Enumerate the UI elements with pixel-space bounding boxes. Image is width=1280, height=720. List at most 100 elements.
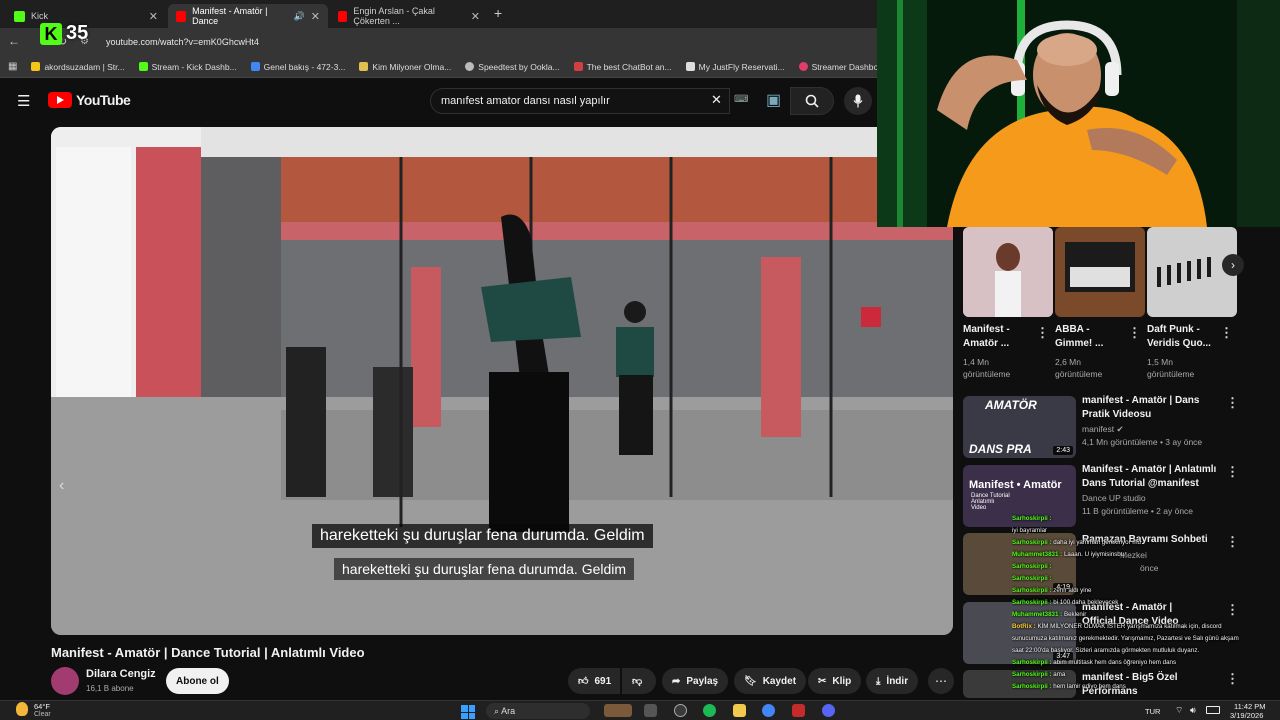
battery-icon[interactable] [1206, 706, 1220, 714]
subscriber-count: 16,1 B abone [86, 684, 134, 693]
taskbar-search[interactable]: ⌕ Ara [486, 703, 590, 719]
chat-username: Muhammet3831 : [1012, 611, 1063, 618]
chat-message: Sarhoskirpii : zehir aldı yine [1012, 585, 1262, 597]
bookmark-label: akordsuzadam | Str... [44, 61, 125, 72]
more-vertical-icon[interactable]: ⋮ [1226, 395, 1239, 411]
new-tab-button[interactable]: + [494, 5, 502, 21]
translate-icon[interactable]: ▣ [766, 90, 788, 110]
volume-icon[interactable]: 🔊︎ [1190, 705, 1196, 716]
bookmark-item[interactable]: My JustFly Reservati... [685, 62, 785, 72]
clock-time[interactable]: 11:42 PM [1234, 702, 1266, 711]
app-icon[interactable] [674, 704, 687, 717]
bookmark-favicon-icon [359, 62, 369, 71]
bookmark-label: Stream - Kick Dashb... [151, 61, 237, 72]
search-highlight-icon[interactable] [604, 704, 632, 717]
task-view-icon[interactable] [644, 704, 657, 717]
bookmark-item[interactable]: Speedtest by Ookla... [465, 62, 560, 72]
chat-message: Sarhoskirpii : daha iyi yamman gerekiriy… [1012, 537, 1262, 549]
app-icon[interactable] [792, 704, 805, 717]
more-vertical-icon[interactable]: ⋮ [1036, 325, 1049, 341]
subscribe-button[interactable]: Abone ol [166, 668, 229, 694]
recommendation-channel[interactable]: Dance UP studio [1082, 492, 1146, 504]
windows-start-icon[interactable] [461, 705, 475, 719]
recommendation-channel[interactable]: manifest ✔ [1082, 423, 1124, 435]
chat-username: Sarhoskirpii : [1012, 539, 1052, 546]
clear-search-icon[interactable]: ✕ [711, 92, 722, 108]
voice-search-button[interactable] [844, 87, 872, 115]
search-icon: ⌕ [494, 706, 500, 716]
keyboard-language[interactable]: TUR [1145, 707, 1160, 716]
chat-message: Sarhoskirpii : [1012, 561, 1262, 573]
apps-grid-icon[interactable]: ▦ [8, 61, 17, 72]
youtube-play-logo-icon [48, 92, 72, 108]
thumbnail-overlay-text: AMATÖR [985, 398, 1037, 412]
file-explorer-icon[interactable] [733, 704, 746, 717]
thumbnail-overlay-text: DANS PRA [969, 442, 1032, 456]
chat-text: hem lamir ediyo hem dans [1053, 683, 1126, 690]
url-input[interactable]: youtube.com/watch?v=emK0GhcwHt4 [100, 33, 840, 52]
previous-chevron-icon[interactable]: ‹ [59, 477, 64, 495]
like-button[interactable]: 👍︎ 691 [568, 668, 620, 694]
bookmark-item[interactable]: Stream - Kick Dashb... [138, 61, 237, 72]
thumbnail-overlay-text: Dance Tutorial Anlatımlı Video [971, 493, 1010, 511]
channel-name[interactable]: Dilara Cengiz [86, 668, 156, 680]
clip-button[interactable]: ✂ Klip [808, 668, 862, 694]
recommendation-title[interactable]: Manifest - Amatör | Anlatımlı Dans Tutor… [1082, 463, 1222, 491]
short-title[interactable]: Manifest - Amatör ... [963, 323, 1033, 351]
bookmark-item[interactable]: Kim Milyoner Olma... [359, 62, 451, 72]
short-thumbnail-art [1147, 227, 1237, 317]
taskbar-search-label: Ara [501, 706, 516, 716]
save-label: Kaydet [762, 675, 797, 687]
close-tab-icon[interactable]: ✕ [149, 10, 158, 23]
back-arrow-icon[interactable]: ← [8, 34, 20, 48]
chat-username: Sarhoskirpii : [1012, 683, 1052, 690]
chat-text: saat 22:00'da başlıyor. Sizleri aramızda… [1012, 647, 1200, 654]
weather-temp[interactable]: 64°F [34, 702, 50, 711]
like-count: 691 [594, 675, 612, 687]
speaker-icon[interactable]: 🔊 [294, 11, 305, 22]
short-thumbnail[interactable] [963, 227, 1053, 317]
chat-message: iyi bayramlar [1012, 525, 1262, 537]
short-thumbnail[interactable] [1055, 227, 1145, 317]
scissors-icon: ✂ [818, 675, 827, 687]
search-button[interactable] [790, 87, 834, 115]
bookmark-item[interactable]: Genel bakış - 472-3... [250, 62, 345, 72]
download-button[interactable]: ⤓ İndir [866, 668, 919, 694]
short-title[interactable]: ABBA - Gimme! ... [1055, 323, 1125, 351]
menu-hamburger-icon[interactable]: ☰ [17, 92, 30, 110]
wifi-icon[interactable]: ⌔ [1175, 705, 1183, 716]
spotify-icon[interactable] [703, 704, 716, 717]
short-views: 1,5 Mn görüntüleme [1147, 357, 1195, 379]
chrome-icon[interactable] [762, 704, 775, 717]
tab-engin-arslan[interactable]: Engin Arslan - Çakal Çökerten ... ✕ [330, 4, 488, 28]
bookmark-item[interactable]: akordsuzadam | Str... [31, 61, 125, 72]
search-input[interactable]: manıfest amator dansı nasıl yapılır [430, 88, 730, 114]
share-button[interactable]: ➦ Paylaş [662, 668, 729, 694]
short-title[interactable]: Daft Punk - Veridis Quo... [1147, 323, 1217, 351]
more-vertical-icon[interactable]: ⋮ [1226, 464, 1239, 480]
tab-youtube-manifest[interactable]: Manifest - Amatör | Dance 🔊 ✕ [168, 4, 328, 28]
close-tab-icon[interactable]: ✕ [311, 10, 320, 23]
kick-favicon-icon [14, 10, 25, 22]
recommendation-thumbnail[interactable]: AMATÖR DANS PRA 2:43 [963, 396, 1076, 458]
chat-username: Sarhoskirpii : [1012, 587, 1052, 594]
recommendation-title[interactable]: manifest - Amatör | Dans Pratik Videosu [1082, 394, 1222, 422]
close-tab-icon[interactable]: ✕ [471, 10, 480, 23]
weather-moon-icon[interactable] [16, 702, 28, 716]
save-button[interactable]: 🔖︎ Kaydet [734, 668, 807, 694]
dislike-button[interactable]: 👎︎ [622, 668, 656, 694]
short-thumbnail[interactable] [1147, 227, 1237, 317]
more-vertical-icon[interactable]: ⋮ [1220, 325, 1233, 341]
youtube-logo-text: YouTube [76, 92, 131, 108]
chat-message: Sarhoskirpii : abim multitask hem dans ö… [1012, 657, 1262, 669]
more-vertical-icon[interactable]: ⋮ [1128, 325, 1141, 341]
channel-avatar[interactable] [51, 667, 79, 695]
keyboard-icon[interactable]: ⌨ [734, 94, 748, 105]
shorts-next-button[interactable]: › [1222, 254, 1244, 276]
bookmark-item[interactable]: The best ChatBot an... [573, 62, 672, 72]
short-views: 1,4 Mn görüntüleme [963, 357, 1011, 379]
more-actions-button[interactable]: ⋯ [928, 668, 954, 694]
discord-icon[interactable] [822, 704, 835, 717]
youtube-logo[interactable]: YouTube [48, 92, 131, 108]
short-thumbnail-art [963, 227, 1053, 317]
